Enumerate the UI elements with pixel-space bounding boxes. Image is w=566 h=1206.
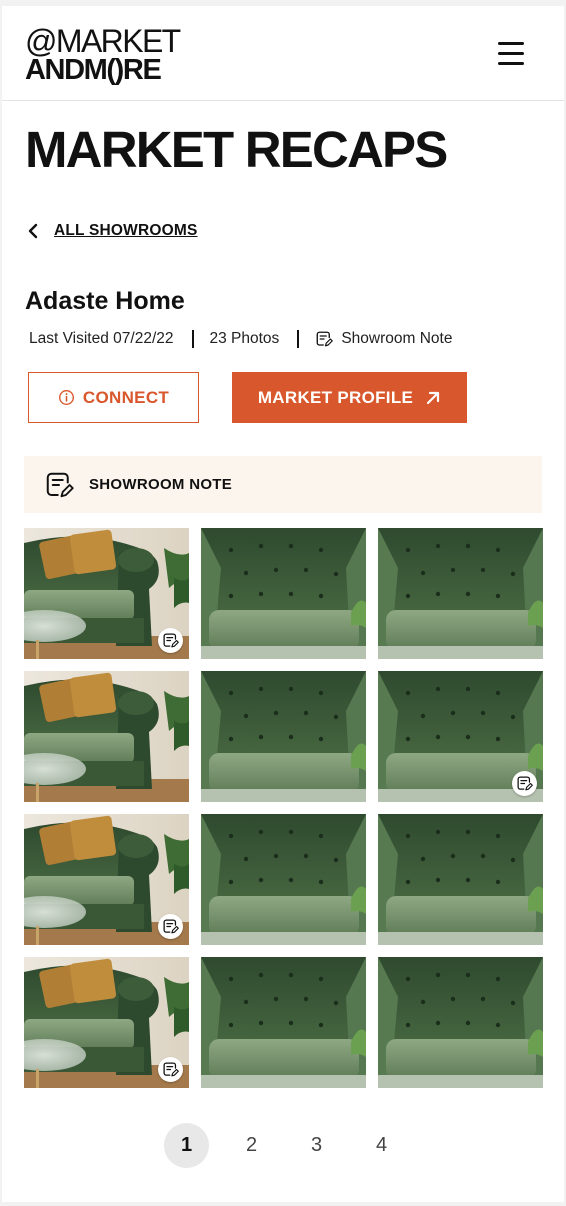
- divider: [191, 330, 194, 348]
- page-1-button[interactable]: 1: [164, 1123, 209, 1168]
- photo-tile[interactable]: [24, 671, 189, 802]
- logo-top-text: @MARKET: [25, 23, 181, 59]
- photo-note-badge[interactable]: [158, 914, 183, 939]
- page-title: MARKET RECAPS: [25, 121, 448, 178]
- photo-tile[interactable]: [24, 814, 189, 945]
- showroom-note-bar[interactable]: SHOWROOM NOTE: [24, 456, 542, 513]
- showroom-photo: [201, 528, 366, 659]
- photo-count-text: 23 Photos: [209, 330, 280, 347]
- photo-note-badge[interactable]: [512, 771, 537, 796]
- showroom-photo: [201, 957, 366, 1088]
- showroom-meta: Last Visited 07/22/22 23 Photos Showroom…: [29, 330, 452, 348]
- hamburger-menu-icon[interactable]: [494, 42, 536, 70]
- page-2-button[interactable]: 2: [229, 1123, 274, 1168]
- back-to-showrooms-link[interactable]: ALL SHOWROOMS: [26, 221, 198, 241]
- showroom-name: Adaste Home: [25, 287, 185, 315]
- page: @MARKET ANDM()RE MARKET RECAPS ALL SHOWR…: [2, 6, 564, 1202]
- photo-note-badge[interactable]: [158, 628, 183, 653]
- chevron-left-icon: [28, 223, 38, 239]
- divider: [297, 330, 300, 348]
- showroom-photo: [201, 814, 366, 945]
- site-header: @MARKET ANDM()RE: [2, 6, 564, 101]
- photo-tile[interactable]: [378, 957, 543, 1088]
- photo-tile[interactable]: [201, 957, 366, 1088]
- showroom-note-link[interactable]: Showroom Note: [315, 330, 452, 348]
- connect-button[interactable]: CONNECT: [28, 372, 199, 423]
- market-profile-button[interactable]: MARKET PROFILE: [232, 372, 467, 423]
- note-edit-icon: [163, 919, 179, 934]
- note-edit-icon: [517, 776, 533, 791]
- page-4-button[interactable]: 4: [359, 1123, 404, 1168]
- market-profile-button-label: MARKET PROFILE: [257, 387, 414, 407]
- photo-tile[interactable]: [201, 528, 366, 659]
- note-edit-icon: [163, 1062, 179, 1077]
- info-icon: [58, 390, 74, 405]
- back-link-label: ALL SHOWROOMS: [54, 222, 198, 239]
- showroom-photo: [378, 814, 543, 945]
- photo-grid: [24, 528, 543, 1088]
- photo-tile[interactable]: [24, 957, 189, 1088]
- last-visited-text: Last Visited 07/22/22: [29, 330, 174, 347]
- photo-tile[interactable]: [201, 814, 366, 945]
- note-edit-icon: [316, 331, 334, 347]
- photo-tile[interactable]: [378, 528, 543, 659]
- note-edit-icon: [163, 633, 179, 648]
- photo-note-badge[interactable]: [158, 1057, 183, 1082]
- pagination: 1234: [164, 1123, 424, 1168]
- showroom-photo: [378, 957, 543, 1088]
- photo-tile[interactable]: [24, 528, 189, 659]
- showroom-photo: [24, 671, 189, 802]
- page-3-button[interactable]: 3: [294, 1123, 339, 1168]
- logo-bottom-text: ANDM()RE: [25, 54, 162, 86]
- arrow-up-right-icon: [427, 391, 440, 404]
- photo-tile[interactable]: [378, 671, 543, 802]
- note-edit-icon: [46, 472, 74, 497]
- showroom-note-bar-label: SHOWROOM NOTE: [89, 476, 233, 493]
- showroom-note-link-label: Showroom Note: [341, 330, 453, 347]
- showroom-photo: [378, 528, 543, 659]
- connect-button-label: CONNECT: [82, 387, 170, 407]
- logo[interactable]: @MARKET ANDM()RE: [25, 23, 181, 86]
- photo-tile[interactable]: [378, 814, 543, 945]
- showroom-photo: [201, 671, 366, 802]
- photo-tile[interactable]: [201, 671, 366, 802]
